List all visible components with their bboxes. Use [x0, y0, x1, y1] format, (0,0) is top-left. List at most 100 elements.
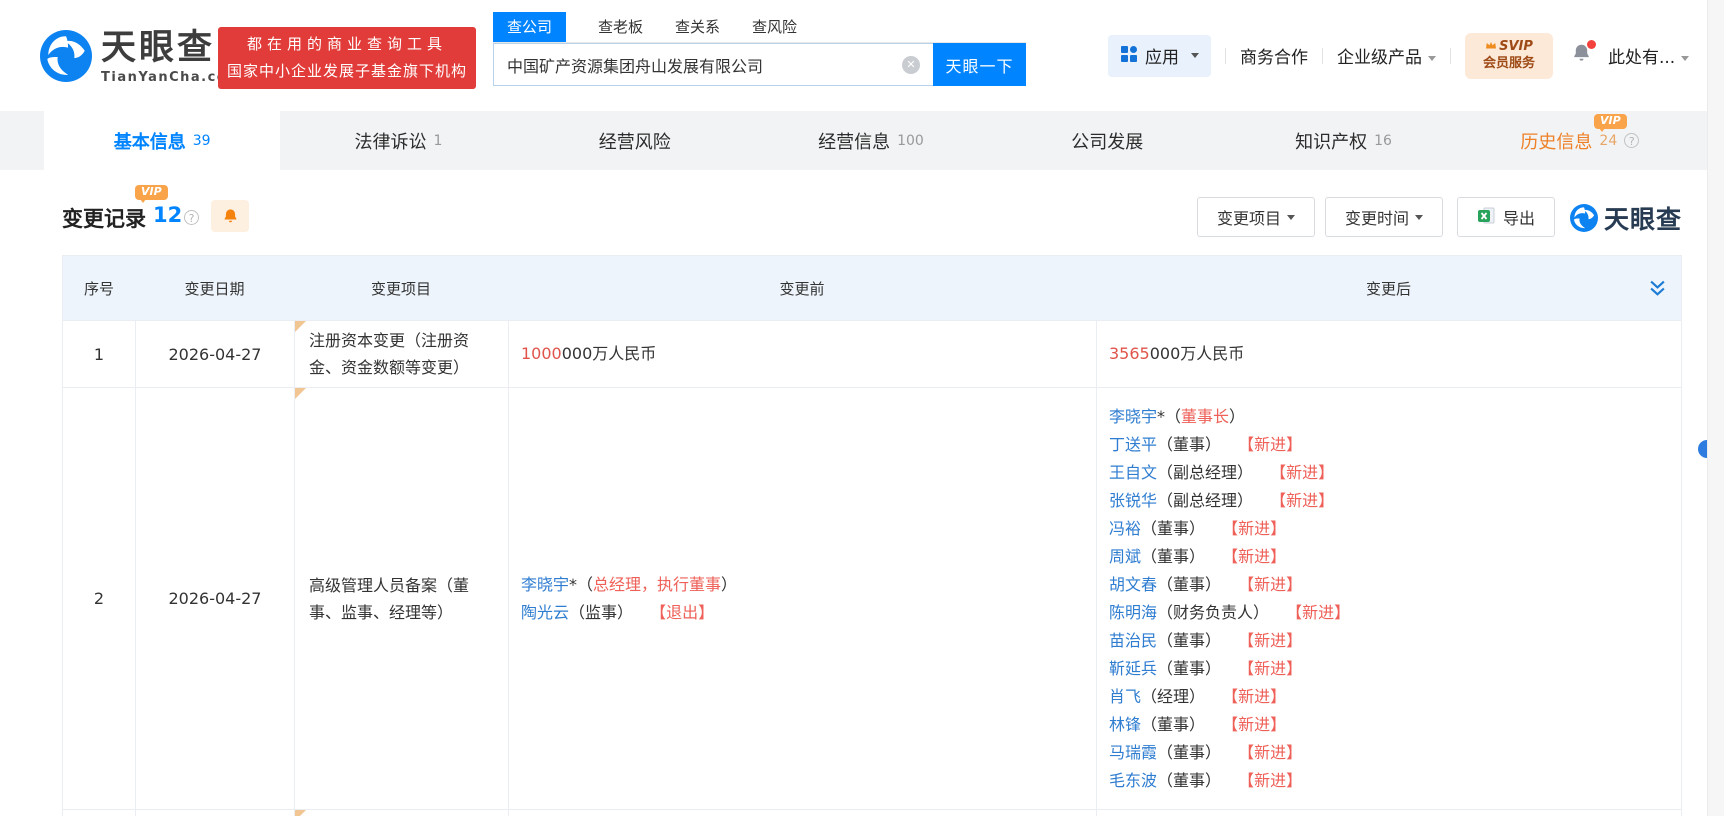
tab-business-info[interactable]: 经营信息 100 [753, 111, 989, 170]
person-change-line: 肖飞（经理）【新进】 [1109, 683, 1350, 711]
company-nav-tabs: 基本信息 39 法律诉讼 1 经营风险 经营信息 100 公司发展 知识产权 1… [44, 111, 1698, 170]
change-status-tag: 【新进】 [1278, 491, 1334, 510]
enterprise-products-link[interactable]: 企业级产品 [1337, 43, 1436, 68]
watermark-logo: 天眼查 [1570, 200, 1682, 236]
search-input[interactable] [493, 43, 933, 86]
person-link[interactable]: 王自文 [1109, 463, 1157, 482]
col-header-date: 变更日期 [135, 278, 294, 299]
tab-count: 1 [433, 133, 442, 149]
export-button[interactable]: 导出 [1457, 197, 1555, 237]
tab-label: 基本信息 [114, 128, 186, 154]
section-title: 变更记录 [62, 203, 146, 233]
cell-date [135, 810, 294, 816]
crown-icon [1485, 39, 1497, 55]
help-icon[interactable]: ? [1624, 133, 1639, 148]
help-icon[interactable]: ? [184, 210, 199, 225]
tab-label: 法律诉讼 [354, 128, 426, 154]
person-link[interactable]: 李晓宇 [1109, 407, 1157, 426]
tab-label: 知识产权 [1295, 128, 1367, 154]
expand-double-chevron-icon[interactable] [1649, 280, 1666, 301]
changed-digits: 3565 [1109, 344, 1150, 363]
person-link[interactable]: 肖飞 [1109, 687, 1141, 706]
person-role: 董事长 [1181, 407, 1229, 426]
tab-operational-risk[interactable]: 经营风险 [517, 111, 753, 170]
tab-history-info[interactable]: VIP 历史信息 24 ? [1462, 111, 1698, 170]
filter-change-item-button[interactable]: 变更项目 [1197, 197, 1315, 237]
person-role-paren: ） [1189, 687, 1205, 706]
svip-member-button[interactable]: SVIP 会员服务 [1465, 33, 1553, 79]
tab-intellectual-property[interactable]: 知识产权 16 [1225, 111, 1461, 170]
person-role-paren: *（ [569, 575, 593, 594]
change-status-tag: 【新进】 [1230, 547, 1286, 566]
section-header: VIP 变更记录 12 ? 变更项目 变更时间 [62, 170, 1682, 255]
person-change-line: 毛东波（董事）【新进】 [1109, 767, 1350, 795]
cell-date: 2026-04-27 [135, 388, 294, 809]
subscribe-bell-button[interactable] [211, 200, 249, 232]
user-menu[interactable]: 此处有... [1608, 43, 1689, 68]
business-cooperation-link[interactable]: 商务合作 [1240, 43, 1308, 68]
search-button[interactable]: 天眼一下 [933, 43, 1026, 86]
cell-before: 1000000万人民币 [508, 321, 1096, 387]
search-tab-risk[interactable]: 查风险 [752, 12, 797, 42]
search-tab-boss[interactable]: 查老板 [598, 12, 643, 42]
person-link[interactable]: 胡文春 [1109, 575, 1157, 594]
person-link[interactable]: 周斌 [1109, 547, 1141, 566]
person-link[interactable]: 丁送平 [1109, 435, 1157, 454]
person-link[interactable]: 张锐华 [1109, 491, 1157, 510]
clear-search-icon[interactable]: ✕ [902, 56, 920, 74]
chevron-down-icon [1428, 56, 1436, 61]
tab-label: 历史信息 [1520, 128, 1592, 154]
person-change-line: 王自文（副总经理）【新进】 [1109, 459, 1350, 487]
person-role-paren: ） [1205, 771, 1221, 790]
person-role-paren: （ [1157, 603, 1173, 622]
tab-legal-proceedings[interactable]: 法律诉讼 1 [280, 111, 516, 170]
cell-before [508, 810, 1096, 816]
cell-index [63, 810, 135, 816]
tianyancha-logo[interactable]: 天眼查 TianYanCha.com [40, 30, 242, 86]
filter-change-time-button[interactable]: 变更时间 [1325, 197, 1443, 237]
person-change-line: 李晓宇*（总经理，执行董事） [521, 571, 737, 599]
change-status-tag: 【退出】 [658, 603, 714, 622]
person-role: 副总经理 [1173, 463, 1237, 482]
person-link[interactable]: 陈明海 [1109, 603, 1157, 622]
person-role-paren: （ [1157, 771, 1173, 790]
person-role: 董事 [1173, 435, 1205, 454]
apps-button[interactable]: 应用 [1108, 35, 1211, 77]
floating-widget-handle[interactable] [1698, 440, 1707, 458]
person-role: 财务负责人 [1173, 603, 1253, 622]
search-tab-company[interactable]: 查公司 [493, 12, 566, 42]
person-role-paren: （ [1141, 519, 1157, 538]
tab-label: 经营风险 [599, 128, 671, 154]
person-link[interactable]: 陶光云 [521, 603, 569, 622]
person-link[interactable]: 马瑞霞 [1109, 743, 1157, 762]
change-status-tag: 【新进】 [1246, 659, 1302, 678]
person-link[interactable]: 林锋 [1109, 715, 1141, 734]
tab-label: 公司发展 [1071, 128, 1143, 154]
apps-label: 应用 [1145, 43, 1179, 68]
change-status-tag: 【新进】 [1230, 519, 1286, 538]
person-role: 总经理，执行董事 [593, 575, 721, 594]
tab-label: 经营信息 [818, 128, 890, 154]
person-link[interactable]: 李晓宇 [521, 575, 569, 594]
tab-company-development[interactable]: 公司发展 [989, 111, 1225, 170]
page-scrollbar[interactable] [1707, 0, 1724, 816]
search-tab-relation[interactable]: 查关系 [675, 12, 720, 42]
notification-bell-button[interactable] [1571, 43, 1592, 68]
vip-badge: VIP [135, 185, 168, 200]
person-link[interactable]: 苗治民 [1109, 631, 1157, 650]
person-role-paren: （ [1157, 463, 1173, 482]
person-link[interactable]: 冯裕 [1109, 519, 1141, 538]
change-status-tag: 【新进】 [1246, 631, 1302, 650]
change-status-tag: 【新进】 [1230, 715, 1286, 734]
person-role-paren: ） [1253, 603, 1269, 622]
section-count: 12 [153, 203, 182, 227]
person-link[interactable]: 毛东波 [1109, 771, 1157, 790]
cell-index: 1 [63, 321, 135, 387]
person-role-paren: （ [569, 603, 585, 622]
person-role-paren: （ [1141, 715, 1157, 734]
svip-label: SVIP [1499, 39, 1533, 55]
person-role-paren: （ [1157, 743, 1173, 762]
filter-label: 变更时间 [1345, 205, 1409, 229]
person-link[interactable]: 靳延兵 [1109, 659, 1157, 678]
tab-basic-info[interactable]: 基本信息 39 [44, 111, 280, 170]
